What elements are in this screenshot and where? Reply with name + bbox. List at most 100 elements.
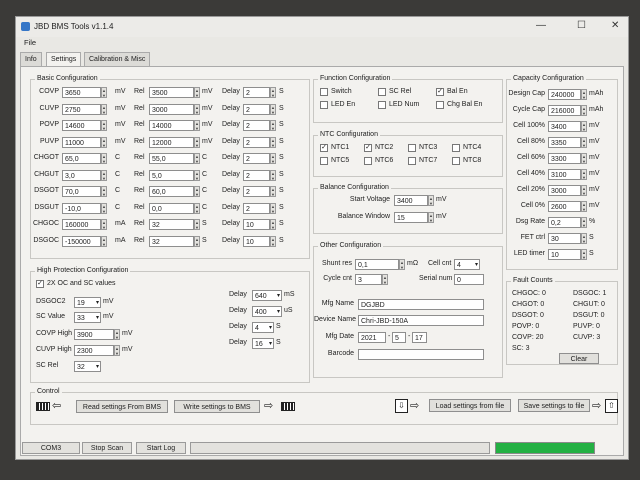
povp-rel-spinner[interactable]: ▲ ▼: [194, 120, 200, 131]
balance-window-spinner[interactable]: ▲ ▼: [428, 212, 434, 223]
load-settings-button[interactable]: Load settings from file: [429, 399, 511, 412]
povp-input[interactable]: 14600: [62, 120, 101, 131]
chgot-rel-input[interactable]: 55,0: [149, 153, 194, 164]
cycle-cap-input[interactable]: 216000: [548, 105, 581, 116]
povp-delay-input[interactable]: 2: [243, 120, 270, 131]
start-voltage-input[interactable]: 3400: [394, 195, 428, 206]
save-settings-button[interactable]: Save settings to file: [518, 399, 590, 412]
tab-settings[interactable]: Settings: [46, 52, 82, 67]
cell-20--spinner[interactable]: ▲ ▼: [581, 185, 587, 196]
puvp-rel-spinner[interactable]: ▲ ▼: [194, 136, 200, 148]
start-voltage-spinner[interactable]: ▲ ▼: [428, 195, 434, 206]
covp-delay-spinner[interactable]: ▲ ▼: [270, 87, 276, 98]
dsgut-delay-spinner[interactable]: ▲ ▼: [270, 202, 276, 214]
minimize-icon[interactable]: —: [536, 20, 546, 31]
hp-delay-select[interactable]: 16 ▾: [252, 338, 274, 349]
cell-80--spinner[interactable]: ▲ ▼: [581, 137, 587, 148]
start-log-button[interactable]: Start Log: [136, 442, 186, 454]
led-num-checkbox[interactable]: [378, 101, 386, 109]
dsg-rate-spinner[interactable]: ▲ ▼: [581, 217, 587, 228]
dsgoc-spinner[interactable]: ▲ ▼: [101, 235, 107, 247]
menu-file[interactable]: File: [24, 38, 36, 47]
2x-oc-checkbox[interactable]: ✓: [36, 280, 44, 288]
ntc5-checkbox[interactable]: [320, 157, 328, 165]
cell-20--input[interactable]: 3000: [548, 185, 581, 196]
puvp-delay-spinner[interactable]: ▲ ▼: [270, 136, 276, 148]
chgut-input[interactable]: 3,0: [62, 169, 101, 181]
device-name-input[interactable]: Chri-JBD-150A: [358, 315, 484, 326]
covp-high-spinner[interactable]: ▲ ▼: [114, 329, 120, 340]
cycle-cnt-spinner[interactable]: ▲ ▼: [382, 274, 388, 285]
hp-delay-select[interactable]: 640 ▾: [252, 290, 282, 301]
fet-ctrl-spinner[interactable]: ▲ ▼: [581, 233, 587, 244]
povp-spinner[interactable]: ▲ ▼: [101, 120, 107, 131]
cell-cnt-select[interactable]: 4 ▾: [454, 259, 480, 270]
dsgot-spinner[interactable]: ▲ ▼: [101, 186, 107, 197]
cycle-cnt-input[interactable]: 3: [355, 274, 382, 285]
dsgot-delay-input[interactable]: 2: [243, 186, 270, 197]
puvp-input[interactable]: 11000: [62, 136, 101, 148]
cuvp-delay-input[interactable]: 2: [243, 103, 270, 115]
sc-rel-checkbox[interactable]: [378, 88, 386, 96]
cell-0--spinner[interactable]: ▲ ▼: [581, 201, 587, 212]
tab-info[interactable]: Info: [20, 52, 42, 66]
cuvp-rel-spinner[interactable]: ▲ ▼: [194, 103, 200, 115]
dsg-rate-input[interactable]: 0,2: [548, 217, 581, 228]
serial-num-input[interactable]: 0: [454, 274, 484, 285]
barcode-input[interactable]: [358, 349, 484, 360]
dsgoc-rel-input[interactable]: 32: [149, 235, 194, 247]
led-timer-input[interactable]: 10: [548, 249, 581, 260]
chgoc-rel-input[interactable]: 32: [149, 219, 194, 230]
design-cap-input[interactable]: 240000: [548, 89, 581, 100]
dsgoc-delay-spinner[interactable]: ▲ ▼: [270, 235, 276, 247]
ntc7-checkbox[interactable]: [408, 157, 416, 165]
dsgot-rel-input[interactable]: 60,0: [149, 186, 194, 197]
cuvp-high-input[interactable]: 2300: [74, 345, 114, 356]
covp-spinner[interactable]: ▲ ▼: [101, 87, 107, 98]
chgoc-delay-spinner[interactable]: ▲ ▼: [270, 219, 276, 230]
ntc4-checkbox[interactable]: [452, 144, 460, 152]
ntc2-checkbox[interactable]: ✓: [364, 144, 372, 152]
fet-ctrl-input[interactable]: 30: [548, 233, 581, 244]
chgut-spinner[interactable]: ▲ ▼: [101, 169, 107, 181]
ntc1-checkbox[interactable]: ✓: [320, 144, 328, 152]
shunt-res-input[interactable]: 0,1: [355, 259, 399, 270]
cell-80--input[interactable]: 3350: [548, 137, 581, 148]
led-timer-spinner[interactable]: ▲ ▼: [581, 249, 587, 260]
chgoc-delay-input[interactable]: 10: [243, 219, 270, 230]
read-settings-button[interactable]: Read settings From BMS: [76, 400, 168, 413]
cuvp-delay-spinner[interactable]: ▲ ▼: [270, 103, 276, 115]
cell-40--spinner[interactable]: ▲ ▼: [581, 169, 587, 180]
maximize-icon[interactable]: ☐: [577, 20, 586, 31]
chgot-input[interactable]: 65,0: [62, 153, 101, 164]
chgoc-rel-spinner[interactable]: ▲ ▼: [194, 219, 200, 230]
cell-100--spinner[interactable]: ▲ ▼: [581, 121, 587, 132]
mfg-name-input[interactable]: DGJBD: [358, 299, 484, 310]
povp-rel-input[interactable]: 14000: [149, 120, 194, 131]
puvp-spinner[interactable]: ▲ ▼: [101, 136, 107, 148]
ntc3-checkbox[interactable]: [408, 144, 416, 152]
cell-60--spinner[interactable]: ▲ ▼: [581, 153, 587, 164]
chgoc-spinner[interactable]: ▲ ▼: [101, 219, 107, 230]
puvp-rel-input[interactable]: 12000: [149, 136, 194, 148]
clear-faults-button[interactable]: Clear: [559, 353, 599, 364]
cycle-cap-spinner[interactable]: ▲ ▼: [581, 105, 587, 116]
covp-delay-input[interactable]: 2: [243, 87, 270, 98]
stop-scan-button[interactable]: Stop Scan: [82, 442, 132, 454]
covp-input[interactable]: 3650: [62, 87, 101, 98]
bal-en-checkbox[interactable]: ✓: [436, 88, 444, 96]
covp-rel-input[interactable]: 3500: [149, 87, 194, 98]
dsgot-input[interactable]: 70,0: [62, 186, 101, 197]
dsgut-rel-spinner[interactable]: ▲ ▼: [194, 202, 200, 214]
chgot-spinner[interactable]: ▲ ▼: [101, 153, 107, 164]
cuvp-spinner[interactable]: ▲ ▼: [101, 103, 107, 115]
sc-rel-select[interactable]: 32 ▾: [74, 361, 101, 372]
close-icon[interactable]: ✕: [611, 20, 619, 31]
shunt-res-spinner[interactable]: ▲ ▼: [399, 259, 405, 270]
dsgut-spinner[interactable]: ▲ ▼: [101, 202, 107, 214]
chgot-rel-spinner[interactable]: ▲ ▼: [194, 153, 200, 164]
cell-0--input[interactable]: 2600: [548, 201, 581, 212]
dsgot-rel-spinner[interactable]: ▲ ▼: [194, 186, 200, 197]
puvp-delay-input[interactable]: 2: [243, 136, 270, 148]
balance-window-input[interactable]: 15: [394, 212, 428, 223]
